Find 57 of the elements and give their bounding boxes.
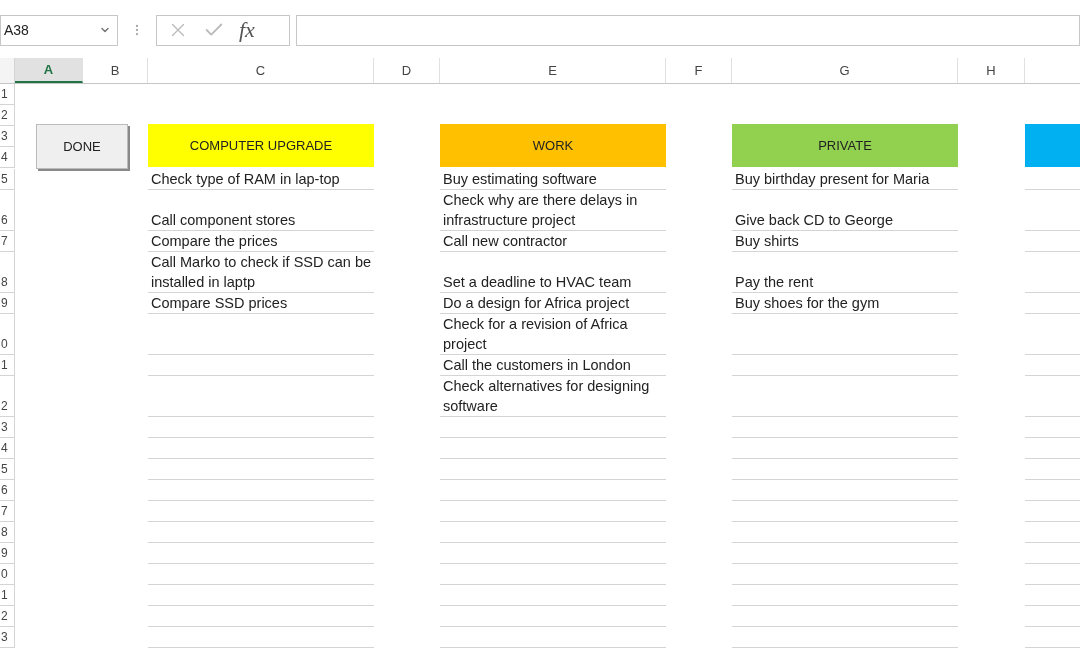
row-number[interactable]: 0 [0, 564, 15, 585]
task-text: Buy shoes for the gym [734, 294, 881, 313]
row-number[interactable]: 5 [0, 169, 15, 190]
category-header: COMPUTER UPGRADE [148, 124, 374, 167]
row-number[interactable]: 9 [0, 293, 15, 314]
row-number[interactable]: 2 [0, 376, 15, 417]
task-text: Compare SSD prices [150, 294, 289, 313]
row-number[interactable]: 4 [0, 147, 15, 168]
category-header: PRIVATE [732, 124, 958, 167]
row-number[interactable]: 1 [0, 355, 15, 376]
column-header[interactable]: A [15, 58, 83, 83]
name-box[interactable]: A38 [0, 14, 118, 46]
done-button[interactable]: DONE [36, 124, 128, 169]
column-header[interactable]: F [666, 58, 732, 83]
category-header: WORK [440, 124, 666, 167]
row-number[interactable]: 6 [0, 190, 15, 231]
insert-function-button[interactable]: fx [239, 19, 255, 41]
task-text: Check why are there delays in infrastructure project [442, 191, 639, 230]
task-text: Buy shirts [734, 232, 800, 251]
select-all-corner[interactable] [0, 58, 15, 83]
task-text: Do a design for Africa project [442, 294, 631, 313]
row-number[interactable]: 7 [0, 231, 15, 252]
row-number[interactable]: 9 [0, 543, 15, 564]
task-text: Check for a revision of Africa project [442, 315, 629, 354]
task-text: Check alternatives for designing software [442, 377, 651, 416]
row-number[interactable]: 4 [0, 438, 15, 459]
task-text: Compare the prices [150, 232, 279, 251]
column-header[interactable]: H [958, 58, 1025, 83]
row-number[interactable]: 2 [0, 606, 15, 627]
row-number[interactable]: 1 [0, 585, 15, 606]
task-text: Call Marko to check if SSD can be installed in laptp [150, 253, 372, 292]
task-text: Set a deadline to HVAC team [442, 273, 633, 292]
row-number[interactable]: 3 [0, 126, 15, 147]
row-number[interactable]: 7 [0, 501, 15, 522]
row-number[interactable]: 1 [0, 84, 15, 105]
column-header[interactable]: B [83, 58, 148, 83]
row-number[interactable]: 3 [0, 417, 15, 438]
task-text: Pay the rent [734, 273, 815, 292]
formula-input-field[interactable] [296, 14, 1080, 46]
task-text: Call new contractor [442, 232, 569, 251]
task-text: Call the customers in London [442, 356, 632, 375]
task-text: Check type of RAM in lap-top [150, 170, 341, 189]
row-number[interactable]: 8 [0, 522, 15, 543]
task-text: Buy birthday present for Maria [734, 170, 931, 189]
row-number[interactable]: 8 [0, 252, 15, 293]
task-text: Buy estimating software [442, 170, 598, 189]
row-number[interactable]: 5 [0, 459, 15, 480]
column-header[interactable]: E [440, 58, 666, 83]
task-text: Call component stores [150, 211, 297, 230]
task-text: Give back CD to George [734, 211, 894, 230]
column-header[interactable]: G [732, 58, 958, 83]
row-number[interactable]: 6 [0, 480, 15, 501]
column-header[interactable]: C [148, 58, 374, 83]
row-number[interactable]: 2 [0, 105, 15, 126]
row-number[interactable]: 3 [0, 627, 15, 648]
column-header[interactable]: D [374, 58, 440, 83]
row-number[interactable]: 0 [0, 314, 15, 355]
